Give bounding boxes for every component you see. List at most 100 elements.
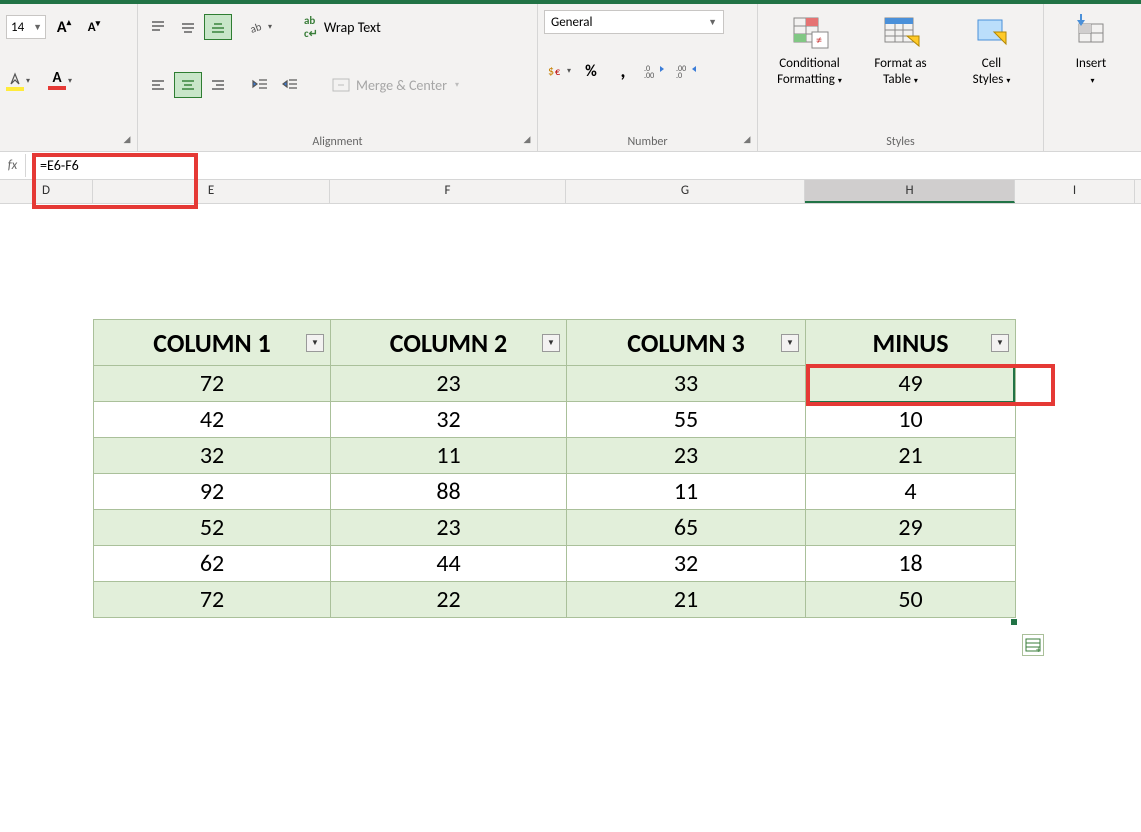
fill-color-button[interactable]: ▾ xyxy=(6,72,34,91)
chevron-down-icon: ▾ xyxy=(68,76,72,86)
filter-button[interactable]: ▼ xyxy=(781,334,799,352)
decrease-font-button[interactable]: A▾ xyxy=(82,15,106,39)
font-size-value: 14 xyxy=(11,20,24,35)
svg-text:.0: .0 xyxy=(676,71,682,79)
table-header[interactable]: COLUMN 1 ▼ xyxy=(94,320,331,366)
filter-button[interactable]: ▼ xyxy=(306,334,324,352)
table-cell[interactable]: 32 xyxy=(331,402,567,438)
table-cell[interactable]: 72 xyxy=(94,582,331,618)
table-header[interactable]: COLUMN 3 ▼ xyxy=(567,320,806,366)
accounting-format-button[interactable]: $€ ▾ xyxy=(544,58,574,84)
column-header-e[interactable]: E xyxy=(93,180,330,203)
column-header-i[interactable]: I xyxy=(1015,180,1135,203)
ribbon-group-alignment: ab ▾ abc↵ Wrap Text xyxy=(138,4,538,151)
table-row: 52236529 xyxy=(94,510,1016,546)
table-row: 42325510 xyxy=(94,402,1016,438)
cell-styles-icon xyxy=(972,12,1012,52)
filter-button[interactable]: ▼ xyxy=(991,334,1009,352)
table-cell[interactable]: 92 xyxy=(94,474,331,510)
table-cell[interactable]: 44 xyxy=(331,546,567,582)
table-cell[interactable]: 23 xyxy=(331,510,567,546)
cell-styles-button[interactable]: CellStyles▾ xyxy=(946,8,1037,93)
table-cell[interactable]: 18 xyxy=(806,546,1016,582)
table-cell[interactable]: 52 xyxy=(94,510,331,546)
svg-text:+: + xyxy=(1036,645,1041,652)
table-resize-handle[interactable] xyxy=(1011,619,1017,625)
conditional-formatting-button[interactable]: ≠ ConditionalFormatting▾ xyxy=(764,8,855,93)
worksheet-grid[interactable]: COLUMN 1 ▼ COLUMN 2 ▼ COLUMN 3 ▼ MINUS ▼… xyxy=(0,204,1141,832)
table-cell[interactable]: 11 xyxy=(567,474,806,510)
column-header-f[interactable]: F xyxy=(330,180,566,203)
chevron-down-icon: ▼ xyxy=(33,22,45,33)
table-header[interactable]: MINUS ▼ xyxy=(806,320,1016,366)
decrease-decimal-button[interactable]: .00.0 xyxy=(672,58,702,84)
align-middle-button[interactable] xyxy=(174,14,202,40)
table-cell[interactable]: 50 xyxy=(806,582,1016,618)
font-color-button[interactable]: A ▾ xyxy=(48,72,76,90)
table-cell[interactable]: 62 xyxy=(94,546,331,582)
table-cell[interactable]: 42 xyxy=(94,402,331,438)
fx-icon[interactable]: fx xyxy=(0,154,26,177)
table-row: 72222150 xyxy=(94,582,1016,618)
column-header-h[interactable]: H xyxy=(805,180,1015,203)
table-cell[interactable]: 21 xyxy=(567,582,806,618)
table-cell[interactable]: 33 xyxy=(567,366,806,402)
table-cell[interactable]: 55 xyxy=(567,402,806,438)
table-cell[interactable]: 11 xyxy=(331,438,567,474)
table-header[interactable]: COLUMN 2 ▼ xyxy=(331,320,567,366)
ribbon: 14 ▼ A▴ A▾ ▾ A xyxy=(0,4,1141,152)
format-as-table-button[interactable]: Format asTable▾ xyxy=(855,8,946,93)
column-header-g[interactable]: G xyxy=(566,180,805,203)
table-cell[interactable]: 4 xyxy=(806,474,1016,510)
percent-format-button[interactable]: % xyxy=(576,58,606,84)
number-format-select[interactable]: General ▼ xyxy=(544,10,724,34)
number-dialog-launcher[interactable]: ◢ xyxy=(741,135,753,147)
orientation-button[interactable]: ab ▾ xyxy=(246,14,274,40)
svg-text:€: € xyxy=(555,65,560,78)
ribbon-group-cells: Insert▾ xyxy=(1044,4,1138,151)
table-cell[interactable]: 49 xyxy=(806,366,1016,402)
increase-indent-button[interactable] xyxy=(276,72,304,98)
group-label-number: Number xyxy=(538,135,757,149)
table-cell[interactable]: 72 xyxy=(94,366,331,402)
table-cell[interactable]: 23 xyxy=(331,366,567,402)
decrease-indent-button[interactable] xyxy=(246,72,274,98)
align-center-button[interactable] xyxy=(174,72,202,98)
table-cell[interactable]: 32 xyxy=(94,438,331,474)
formula-input[interactable]: =E6-F6 xyxy=(26,153,1141,178)
table-cell[interactable]: 32 xyxy=(567,546,806,582)
ribbon-group-styles: ≠ ConditionalFormatting▾ Format asTable▾… xyxy=(758,4,1044,151)
table-row: 72233349 xyxy=(94,366,1016,402)
table-row: 32112321 xyxy=(94,438,1016,474)
column-header-d[interactable]: D xyxy=(0,180,93,203)
align-bottom-button[interactable] xyxy=(204,14,232,40)
table-cell[interactable]: 29 xyxy=(806,510,1016,546)
table-cell[interactable]: 88 xyxy=(331,474,567,510)
chevron-down-icon: ▾ xyxy=(455,80,459,90)
table-cell[interactable]: 10 xyxy=(806,402,1016,438)
group-label-styles: Styles xyxy=(758,135,1043,149)
format-as-table-icon xyxy=(881,12,921,52)
column-header-row: D E F G H I xyxy=(0,180,1141,204)
data-table: COLUMN 1 ▼ COLUMN 2 ▼ COLUMN 3 ▼ MINUS ▼… xyxy=(93,319,1016,618)
filter-button[interactable]: ▼ xyxy=(542,334,560,352)
table-cell[interactable]: 65 xyxy=(567,510,806,546)
merge-icon xyxy=(332,78,350,92)
insert-cells-button[interactable]: Insert▾ xyxy=(1071,8,1111,93)
table-cell[interactable]: 23 xyxy=(567,438,806,474)
comma-format-button[interactable]: , xyxy=(608,58,638,84)
increase-decimal-button[interactable]: .0.00 xyxy=(640,58,670,84)
align-left-button[interactable] xyxy=(144,72,172,98)
align-top-button[interactable] xyxy=(144,14,172,40)
align-right-button[interactable] xyxy=(204,72,232,98)
font-dialog-launcher[interactable]: ◢ xyxy=(121,135,133,147)
font-size-select[interactable]: 14 ▼ xyxy=(6,15,46,39)
table-cell[interactable]: 22 xyxy=(331,582,567,618)
chevron-down-icon: ▾ xyxy=(26,76,30,86)
alignment-dialog-launcher[interactable]: ◢ xyxy=(521,135,533,147)
svg-text:$: $ xyxy=(548,65,554,79)
table-cell[interactable]: 21 xyxy=(806,438,1016,474)
quick-analysis-button[interactable]: + xyxy=(1022,634,1044,656)
increase-font-button[interactable]: A▴ xyxy=(52,15,76,39)
wrap-text-button[interactable]: abc↵ Wrap Text xyxy=(294,14,391,40)
